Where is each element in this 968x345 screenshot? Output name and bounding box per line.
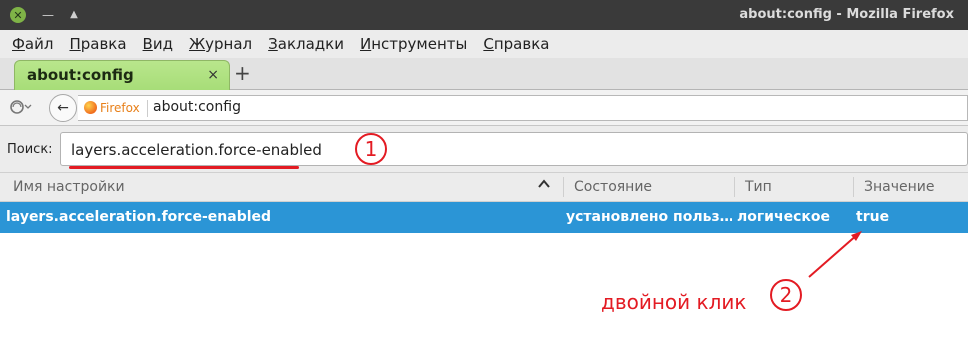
- identity-label: Firefox: [100, 101, 140, 115]
- annotation-step-1: 1: [355, 133, 387, 165]
- tab-close-icon[interactable]: ×: [207, 67, 219, 83]
- pref-status: установлено польз…: [566, 209, 732, 225]
- pref-type: логическое: [737, 209, 831, 225]
- menu-history[interactable]: Журнал: [181, 35, 260, 53]
- url-separator: [147, 100, 148, 117]
- tab-about-config[interactable]: about:config ×: [14, 60, 230, 90]
- table-row[interactable]: layers.acceleration.force-enabled устано…: [0, 202, 968, 233]
- title-bar: ✕ — ▲ about:config - Mozilla Firefox: [0, 0, 968, 30]
- menu-tools[interactable]: Инструменты: [352, 35, 475, 53]
- url-bar[interactable]: Firefox about:config: [78, 95, 968, 121]
- column-divider: [853, 177, 854, 197]
- menu-bar: Файл Правка Вид Журнал Закладки Инструме…: [0, 30, 968, 58]
- url-text: about:config: [153, 99, 241, 115]
- search-input[interactable]: layers.acceleration.force-enabled: [60, 132, 968, 166]
- identity-dropdown-icon: [10, 100, 32, 114]
- menu-help[interactable]: Справка: [475, 35, 557, 53]
- navigation-bar: ← Firefox about:config: [0, 90, 968, 126]
- close-window-icon[interactable]: ✕: [10, 7, 26, 23]
- preferences-list-area: [0, 233, 968, 345]
- tab-label: about:config: [27, 66, 134, 84]
- sort-ascending-icon[interactable]: [537, 177, 551, 195]
- annotation-underline: [69, 166, 299, 169]
- column-divider: [563, 177, 564, 197]
- column-header-status[interactable]: Состояние: [574, 179, 652, 195]
- menu-view[interactable]: Вид: [135, 35, 181, 53]
- pref-name: layers.acceleration.force-enabled: [6, 209, 272, 225]
- menu-file[interactable]: Файл: [4, 35, 61, 53]
- column-header-value[interactable]: Значение: [864, 179, 934, 195]
- window-title: about:config - Mozilla Firefox: [739, 7, 954, 22]
- back-arrow-icon: ←: [57, 100, 69, 116]
- firefox-icon: [84, 101, 97, 114]
- search-row: Поиск: layers.acceleration.force-enabled…: [0, 126, 968, 172]
- search-label: Поиск:: [7, 142, 53, 157]
- annotation-step-2: 2: [770, 279, 802, 311]
- minimize-window-icon[interactable]: —: [40, 7, 56, 23]
- menu-edit[interactable]: Правка: [61, 35, 134, 53]
- maximize-window-icon[interactable]: ▲: [66, 7, 82, 23]
- tab-strip: about:config × +: [0, 58, 968, 90]
- pref-value[interactable]: true: [856, 209, 956, 225]
- column-divider: [734, 177, 735, 197]
- column-header-type[interactable]: Тип: [745, 179, 772, 195]
- back-button[interactable]: ←: [49, 94, 77, 122]
- new-tab-button[interactable]: +: [234, 61, 251, 85]
- page-identity-icon[interactable]: [10, 99, 32, 119]
- chevron-up-icon: [538, 179, 550, 188]
- menu-bookmarks[interactable]: Закладки: [260, 35, 352, 53]
- column-header-name[interactable]: Имя настройки: [13, 179, 125, 195]
- annotation-double-click: двойной клик: [601, 290, 747, 314]
- table-header: Имя настройки Состояние Тип Значение: [0, 172, 968, 202]
- search-value: layers.acceleration.force-enabled: [71, 141, 322, 159]
